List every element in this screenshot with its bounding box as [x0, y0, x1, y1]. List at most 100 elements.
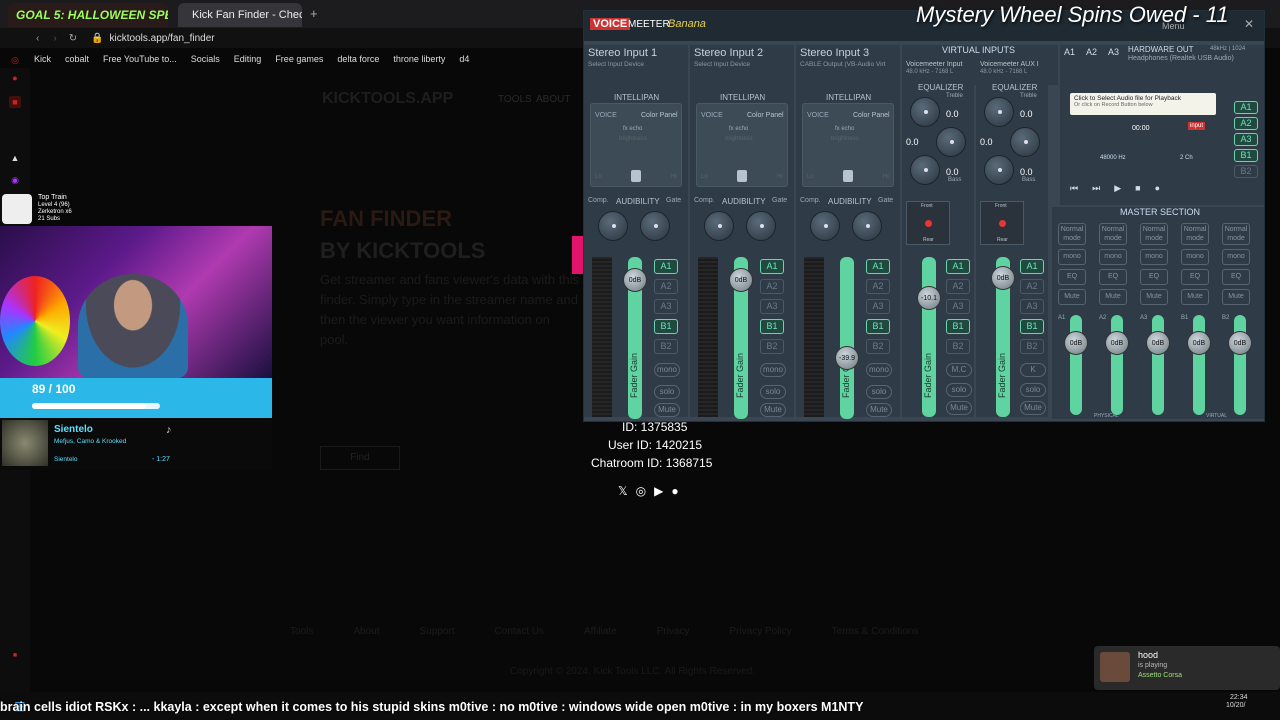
new-tab-button[interactable]: +	[310, 6, 318, 21]
master-fader-knob[interactable]: 0dB	[1146, 331, 1170, 355]
eq-knob[interactable]	[984, 155, 1014, 185]
mono-button[interactable]: mono	[866, 363, 892, 377]
hw-bus-b2[interactable]: B2	[1234, 165, 1258, 178]
tab-goal[interactable]: GOAL 5: HALLOWEEN SPECIAL	[8, 3, 168, 27]
pan-cursor[interactable]	[843, 170, 853, 182]
bus-button-b1[interactable]: B1	[866, 319, 890, 334]
eq-knob[interactable]	[984, 97, 1014, 127]
bus-button-b1[interactable]: B1	[1020, 319, 1044, 334]
bookmark-cobalt[interactable]: cobalt	[65, 54, 89, 64]
mono-button[interactable]: mono	[1222, 249, 1250, 265]
bookmark-youtube[interactable]: Free YouTube to...	[103, 54, 177, 64]
pan-cursor[interactable]	[631, 170, 641, 182]
find-button[interactable]: Find	[320, 446, 400, 470]
strip-title[interactable]: Stereo Input 1	[588, 47, 657, 59]
comp-knob[interactable]	[810, 211, 840, 241]
fader-knob[interactable]: -39.9	[835, 346, 859, 370]
mono-button[interactable]: mono	[1099, 249, 1127, 265]
bus-button-b1[interactable]: B1	[654, 319, 678, 334]
footer-link[interactable]: Contact Us	[495, 626, 544, 637]
master-fader-track[interactable]	[1070, 315, 1082, 415]
normal-mode-button[interactable]: Normal mode	[1058, 223, 1086, 245]
bus-select-a3[interactable]: A3	[1108, 47, 1119, 57]
footer-link[interactable]: Terms & Conditions	[832, 626, 919, 637]
strip-device[interactable]: CABLE Output (VB-Audio Virt	[800, 61, 886, 68]
sidebar-app-icon[interactable]: ◎	[9, 54, 21, 66]
mute-button[interactable]: Mute	[1140, 289, 1168, 305]
strip-title[interactable]: Stereo Input 3	[800, 47, 869, 59]
instagram-icon[interactable]: ◎	[636, 484, 646, 498]
sidebar-app-icon[interactable]: ■	[9, 96, 21, 108]
mute-button[interactable]: Mute	[1222, 289, 1250, 305]
normal-mode-button[interactable]: Normal mode	[1140, 223, 1168, 245]
eq-button[interactable]: EQ	[1222, 269, 1250, 285]
play-icon[interactable]: ▶	[1114, 183, 1121, 194]
nav-tools[interactable]: TOOLS	[498, 94, 532, 105]
record-icon[interactable]: ●	[1155, 183, 1160, 194]
master-fader-track[interactable]	[1111, 315, 1123, 415]
mono-button[interactable]: mono	[654, 363, 680, 377]
mute-button[interactable]: Mute	[1058, 289, 1086, 305]
bus-button-a2[interactable]: A2	[654, 279, 678, 294]
nav-about[interactable]: ABOUT	[536, 94, 570, 105]
site-logo[interactable]: KICKTOOLS.APP	[322, 90, 453, 108]
footer-link[interactable]: Privacy	[657, 626, 690, 637]
solo-button[interactable]: solo	[946, 383, 972, 397]
bus-button-a1[interactable]: A1	[1020, 259, 1044, 274]
surround-pan-pad[interactable]: Front Rear	[980, 201, 1024, 245]
mono-button[interactable]: mono	[1058, 249, 1086, 265]
bus-button-a1[interactable]: A1	[866, 259, 890, 274]
address-bar[interactable]: kicktools.app/fan_finder	[110, 33, 215, 44]
bus-button-b1[interactable]: B1	[760, 319, 784, 334]
bus-button-a3[interactable]: A3	[654, 299, 678, 314]
eq-knob[interactable]	[910, 97, 940, 127]
master-fader-knob[interactable]: 0dB	[1105, 331, 1129, 355]
mute-button[interactable]: Mute	[1181, 289, 1209, 305]
master-fader-knob[interactable]: 0dB	[1064, 331, 1088, 355]
bus-select-a1[interactable]: A1	[1064, 47, 1075, 57]
fader-knob[interactable]: 0dB	[729, 268, 753, 292]
bookmark-delta-force[interactable]: delta force	[337, 54, 379, 64]
bus-button-a2[interactable]: A2	[1020, 279, 1044, 294]
normal-mode-button[interactable]: Normal mode	[1181, 223, 1209, 245]
bus-button-a1[interactable]: A1	[946, 259, 970, 274]
reload-icon[interactable]: ↻	[69, 33, 77, 44]
tab-kick-fan-finder[interactable]: Kick Fan Finder - Check V	[178, 3, 302, 27]
intellipan-pad[interactable]: VOICE Color Panel fx echo brightness Lo Hi	[802, 103, 894, 187]
footer-link[interactable]: Support	[420, 626, 455, 637]
eq-knob[interactable]	[936, 127, 966, 157]
master-fader-track[interactable]	[1152, 315, 1164, 415]
gate-knob[interactable]	[746, 211, 776, 241]
back-icon[interactable]: ‹	[36, 33, 39, 44]
fast-forward-icon[interactable]: ⏭	[1092, 183, 1100, 194]
bookmark-kick[interactable]: Kick	[34, 54, 51, 64]
eq-button[interactable]: EQ	[1140, 269, 1168, 285]
mono-button[interactable]: mono	[760, 363, 786, 377]
mono-button[interactable]: mono	[1140, 249, 1168, 265]
normal-mode-button[interactable]: Normal mode	[1222, 223, 1250, 245]
discord-icon[interactable]: ●	[671, 484, 678, 498]
mute-button[interactable]: Mute	[654, 403, 680, 417]
bus-button-a2[interactable]: A2	[866, 279, 890, 294]
solo-button[interactable]: solo	[866, 385, 892, 399]
sidebar-app-icon[interactable]: ▲	[9, 152, 21, 164]
bookmark-throne-liberty[interactable]: throne liberty	[393, 54, 445, 64]
sidebar-app-icon[interactable]: ●	[9, 72, 21, 84]
pan-dot[interactable]	[925, 220, 932, 227]
comp-knob[interactable]	[704, 211, 734, 241]
bus-select-a2[interactable]: A2	[1086, 47, 1097, 57]
fader-knob[interactable]: 0dB	[623, 268, 647, 292]
eq-button[interactable]: EQ	[1058, 269, 1086, 285]
hw-out-device[interactable]: Headphones (Realtek USB Audio)	[1128, 55, 1234, 62]
virtual-name[interactable]: Voicemeeter Input	[906, 61, 962, 68]
fader-knob[interactable]: 0dB	[991, 266, 1015, 290]
gate-knob[interactable]	[640, 211, 670, 241]
hw-bus-a2[interactable]: A2	[1234, 117, 1258, 130]
hw-bus-a3[interactable]: A3	[1234, 133, 1258, 146]
footer-link[interactable]: Tools	[290, 626, 313, 637]
master-fader-track[interactable]	[1234, 315, 1246, 415]
bus-button-b1[interactable]: B1	[946, 319, 970, 334]
bus-button-b2[interactable]: B2	[866, 339, 890, 354]
sidebar-app-icon[interactable]: ■	[9, 650, 21, 662]
comp-knob[interactable]	[598, 211, 628, 241]
